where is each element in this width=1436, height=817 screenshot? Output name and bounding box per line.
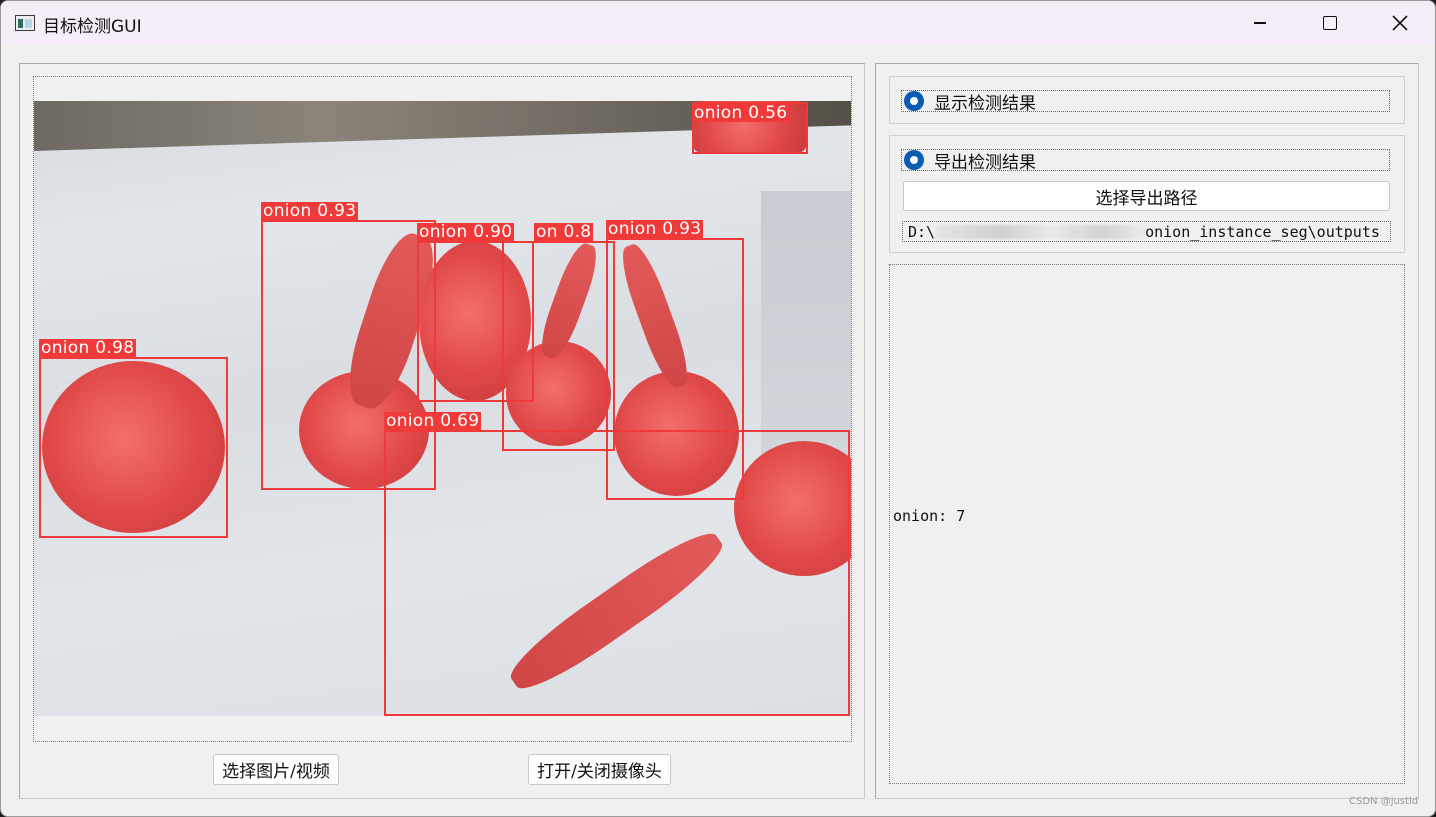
select-media-button[interactable]: 选择图片/视频 xyxy=(213,754,339,785)
detection-box: onion 0.69 xyxy=(384,412,850,716)
minimize-icon xyxy=(1254,22,1266,24)
show-results-label: 显示检测结果 xyxy=(934,93,1036,114)
redacted-path-segment xyxy=(935,225,1146,239)
app-icon xyxy=(15,15,35,31)
window-title: 目标检测GUI xyxy=(43,17,142,37)
show-results-radio[interactable]: 显示检测结果 xyxy=(901,90,1390,114)
results-panel xyxy=(889,264,1405,784)
detection-image: onion 0.56 onion 0.93 onion 0.90 on 0.8 … xyxy=(34,101,851,716)
detection-box: onion 0.98 xyxy=(39,339,228,538)
radio-checked-icon xyxy=(904,150,924,170)
detection-label: onion 0.98 xyxy=(39,338,137,358)
maximize-icon xyxy=(1323,16,1337,30)
detection-label: on 0.8 xyxy=(534,222,594,242)
title-bar: 目标检测GUI xyxy=(1,1,1435,45)
maximize-button[interactable] xyxy=(1295,1,1365,45)
detection-label: onion 0.93 xyxy=(606,219,704,239)
detection-label: onion 0.90 xyxy=(417,222,515,242)
export-results-radio[interactable]: 导出检测结果 xyxy=(901,149,1390,173)
watermark: CSDN @justld xyxy=(1349,796,1419,807)
minimize-button[interactable] xyxy=(1225,1,1295,45)
export-path-suffix: onion_instance_seg\outputs xyxy=(1145,223,1380,241)
export-path-prefix: D:\ xyxy=(908,223,936,241)
close-icon xyxy=(1392,15,1408,31)
select-export-path-button[interactable]: 选择导出路径 xyxy=(903,181,1390,211)
detection-box: onion 0.56 xyxy=(692,102,808,154)
results-summary: onion: 7 xyxy=(893,507,966,525)
radio-checked-icon xyxy=(904,91,924,111)
export-path-field[interactable]: D:\ onion_instance_seg\outputs xyxy=(902,221,1391,242)
close-button[interactable] xyxy=(1365,1,1435,45)
detection-box: on 0.8 xyxy=(502,223,615,451)
toggle-camera-button[interactable]: 打开/关闭摄像头 xyxy=(528,754,671,785)
detection-label: onion 0.93 xyxy=(261,201,359,221)
app-window: 目标检测GUI onion 0.56 onion 0.93 onion 0.90… xyxy=(0,0,1436,817)
detection-label: onion 0.56 xyxy=(692,103,790,123)
detection-label: onion 0.69 xyxy=(384,411,482,431)
export-results-label: 导出检测结果 xyxy=(934,152,1036,173)
